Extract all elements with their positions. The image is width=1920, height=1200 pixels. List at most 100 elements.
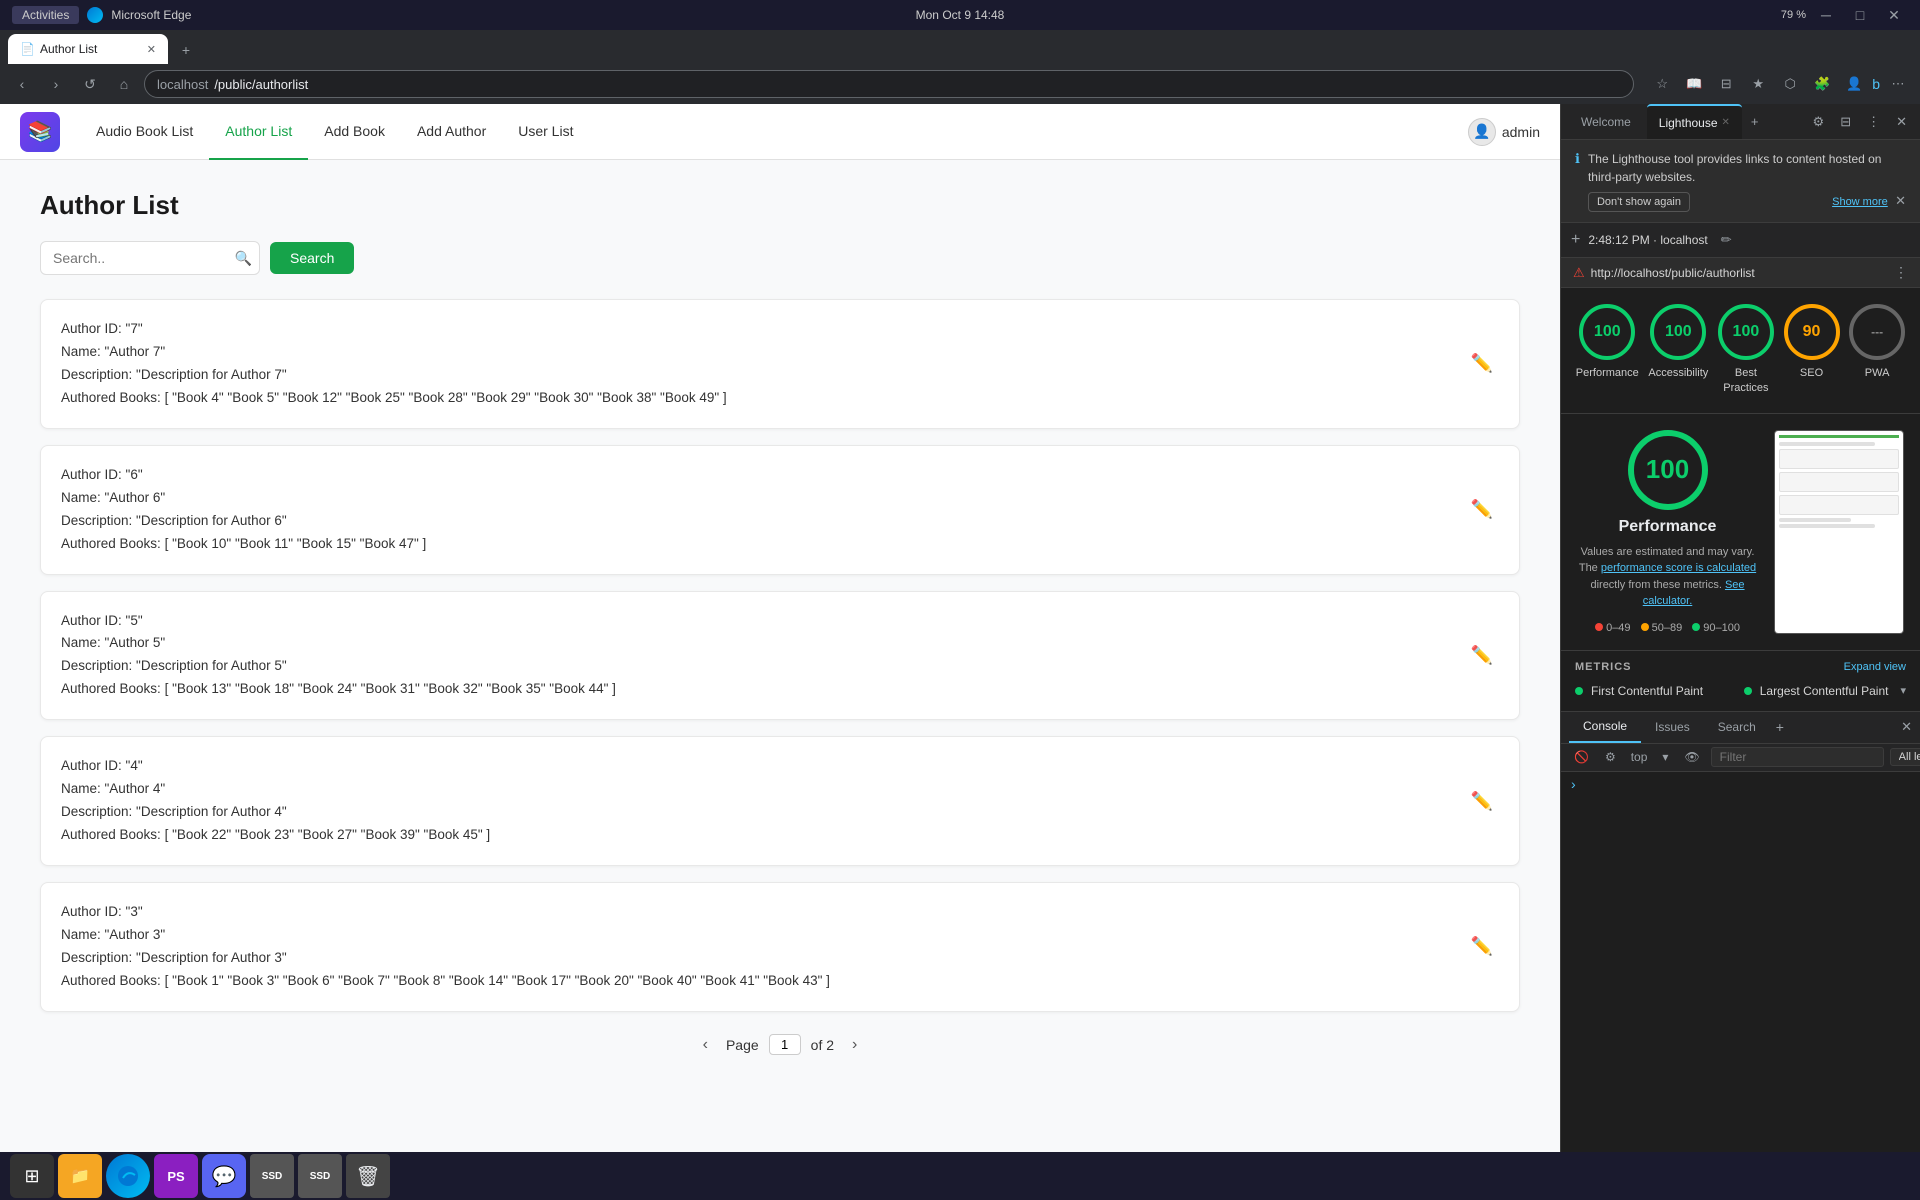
- devtools-dock-btn[interactable]: ⊟: [1835, 111, 1856, 133]
- fcp-dot: [1575, 687, 1583, 695]
- devtools-settings-btn[interactable]: ⚙: [1808, 111, 1830, 133]
- nav-user-list[interactable]: User List: [502, 104, 589, 160]
- next-page-btn[interactable]: ›: [844, 1032, 865, 1058]
- taskbar-grid-btn[interactable]: ⊞: [10, 1154, 54, 1198]
- show-more-link[interactable]: Show more: [1832, 196, 1888, 208]
- console-tab-search[interactable]: Search: [1704, 712, 1770, 743]
- devtools-panel: Welcome Lighthouse ✕ + ⚙ ⊟ ⋮ ✕ ℹ The Lig…: [1560, 104, 1920, 1160]
- devtools-close-btn[interactable]: ✕: [1891, 111, 1912, 133]
- author-card-6: Author ID: "6" Name: "Author 6" Descript…: [40, 445, 1520, 575]
- taskbar-ssd2-btn[interactable]: SSD: [298, 1154, 342, 1198]
- console-add-tab-btn[interactable]: +: [1770, 719, 1790, 735]
- taskbar-edge-btn[interactable]: [106, 1154, 150, 1198]
- devtools-more-btn[interactable]: ⋮: [1862, 111, 1885, 133]
- edit-author-5-btn[interactable]: ✏️: [1465, 639, 1499, 672]
- profile-btn[interactable]: 👤: [1840, 70, 1868, 98]
- info-icon: ℹ: [1575, 151, 1580, 167]
- search-input[interactable]: [40, 241, 260, 275]
- lighthouse-tab-close[interactable]: ✕: [1722, 117, 1730, 128]
- taskbar-ssd1-btn[interactable]: SSD: [250, 1154, 294, 1198]
- author-id-3: Author ID: "3": [61, 901, 1465, 924]
- star-btn[interactable]: ☆: [1648, 70, 1676, 98]
- performance-label: Performance: [1576, 366, 1639, 381]
- prev-page-btn[interactable]: ‹: [695, 1032, 716, 1058]
- lighthouse-add-btn[interactable]: +: [1571, 231, 1580, 249]
- home-btn[interactable]: ⌂: [110, 70, 138, 98]
- nav-author-list[interactable]: Author List: [209, 104, 308, 160]
- metrics-header: METRICS Expand view: [1575, 661, 1906, 673]
- back-btn[interactable]: ‹: [8, 70, 36, 98]
- console-prompt[interactable]: ›: [1571, 776, 1576, 792]
- maximize-btn[interactable]: □: [1846, 1, 1874, 29]
- nav-add-book[interactable]: Add Book: [308, 104, 401, 160]
- score-accessibility: 100 Accessibility: [1648, 304, 1708, 381]
- author-info-5: Author ID: "5" Name: "Author 5" Descript…: [61, 610, 1465, 702]
- extensions-btn[interactable]: 🧩: [1808, 70, 1836, 98]
- author-card-5: Author ID: "5" Name: "Author 5" Descript…: [40, 591, 1520, 721]
- forward-btn[interactable]: ›: [42, 70, 70, 98]
- console-clear-btn[interactable]: 🚫: [1569, 748, 1594, 766]
- edit-author-3-btn[interactable]: ✏️: [1465, 930, 1499, 963]
- collections-btn[interactable]: ⬡: [1776, 70, 1804, 98]
- score-best-practices: 100 BestPractices: [1718, 304, 1774, 397]
- author-card-7: Author ID: "7" Name: "Author 7" Descript…: [40, 299, 1520, 429]
- edge-profile-icon[interactable]: b: [1872, 76, 1880, 92]
- nav-add-author[interactable]: Add Author: [401, 104, 502, 160]
- more-btn[interactable]: ⋯: [1884, 70, 1912, 98]
- nav-audio-book-list[interactable]: Audio Book List: [80, 104, 209, 160]
- console-filter-btn[interactable]: ⚙: [1600, 748, 1621, 766]
- refresh-btn[interactable]: ↺: [76, 70, 104, 98]
- devtools-tab-welcome[interactable]: Welcome: [1569, 104, 1643, 139]
- fcp-label: First Contentful Paint: [1591, 684, 1703, 698]
- edit-author-6-btn[interactable]: ✏️: [1465, 493, 1499, 526]
- taskbar-phpstorm-btn[interactable]: PS: [154, 1154, 198, 1198]
- console-tab-console[interactable]: Console: [1569, 712, 1641, 743]
- tab-close-btn[interactable]: ✕: [147, 43, 156, 56]
- favorites-btn[interactable]: ★: [1744, 70, 1772, 98]
- expand-view-btn[interactable]: Expand view: [1844, 661, 1906, 673]
- devtools-tab-lighthouse[interactable]: Lighthouse ✕: [1647, 104, 1742, 139]
- dont-show-again-btn[interactable]: Don't show again: [1588, 192, 1690, 212]
- new-tab-btn[interactable]: +: [172, 36, 200, 64]
- console-level-select[interactable]: All levels: [1890, 748, 1920, 766]
- author-name-5: Name: "Author 5": [61, 632, 1465, 655]
- taskbar-files-btn[interactable]: 📁: [58, 1154, 102, 1198]
- devtools-add-tab-btn[interactable]: +: [1746, 111, 1764, 132]
- taskbar-trash-btn[interactable]: 🗑: [346, 1154, 390, 1198]
- address-bar[interactable]: localhost /public/authorlist: [144, 70, 1634, 98]
- activities-label[interactable]: Activities: [12, 6, 79, 24]
- accessibility-label: Accessibility: [1648, 366, 1708, 381]
- lighthouse-edit-btn[interactable]: ✏: [1716, 229, 1737, 251]
- edit-author-4-btn[interactable]: ✏️: [1465, 785, 1499, 818]
- banner-close-btn[interactable]: ✕: [1895, 193, 1906, 209]
- edit-author-7-btn[interactable]: ✏️: [1465, 347, 1499, 380]
- close-btn[interactable]: ✕: [1880, 1, 1908, 29]
- page-number-input[interactable]: [769, 1034, 801, 1055]
- console-context-btn[interactable]: ▾: [1657, 748, 1673, 766]
- search-icon-btn[interactable]: 🔍: [235, 250, 252, 267]
- perf-score-link[interactable]: performance score is calculated: [1601, 562, 1756, 574]
- author-id-7: Author ID: "7": [61, 318, 1465, 341]
- console-close-btn[interactable]: ✕: [1901, 719, 1912, 735]
- author-desc-7: Description: "Description for Author 7": [61, 364, 1465, 387]
- browser-tab-active[interactable]: 📄 Author List ✕: [8, 34, 168, 64]
- lighthouse-url-menu-btn[interactable]: ⋮: [1894, 264, 1908, 281]
- admin-area[interactable]: 👤 admin: [1468, 118, 1540, 146]
- reading-btn[interactable]: 📖: [1680, 70, 1708, 98]
- console-filter-input[interactable]: [1711, 747, 1884, 767]
- console-eye-btn[interactable]: 👁: [1679, 748, 1704, 766]
- os-titlebar: Activities Microsoft Edge Mon Oct 9 14:4…: [0, 0, 1920, 30]
- taskbar-discord-btn[interactable]: 💬: [202, 1154, 246, 1198]
- search-button[interactable]: Search: [270, 242, 354, 274]
- lighthouse-toolbar: + 2:48:12 PM · localhost ✏: [1561, 223, 1920, 258]
- page-title: Author List: [40, 190, 1520, 221]
- perf-calc-link[interactable]: See calculator.: [1643, 579, 1745, 608]
- welcome-tab-label: Welcome: [1581, 115, 1631, 129]
- minimize-btn[interactable]: ─: [1812, 1, 1840, 29]
- metric-expand-arrow[interactable]: ▾: [1900, 684, 1906, 697]
- lcp-label: Largest Contentful Paint: [1760, 684, 1889, 698]
- screenshot-line-3: [1779, 524, 1875, 528]
- split-btn[interactable]: ⊟: [1712, 70, 1740, 98]
- console-tab-issues[interactable]: Issues: [1641, 712, 1704, 743]
- screenshot-line-1: [1779, 442, 1875, 446]
